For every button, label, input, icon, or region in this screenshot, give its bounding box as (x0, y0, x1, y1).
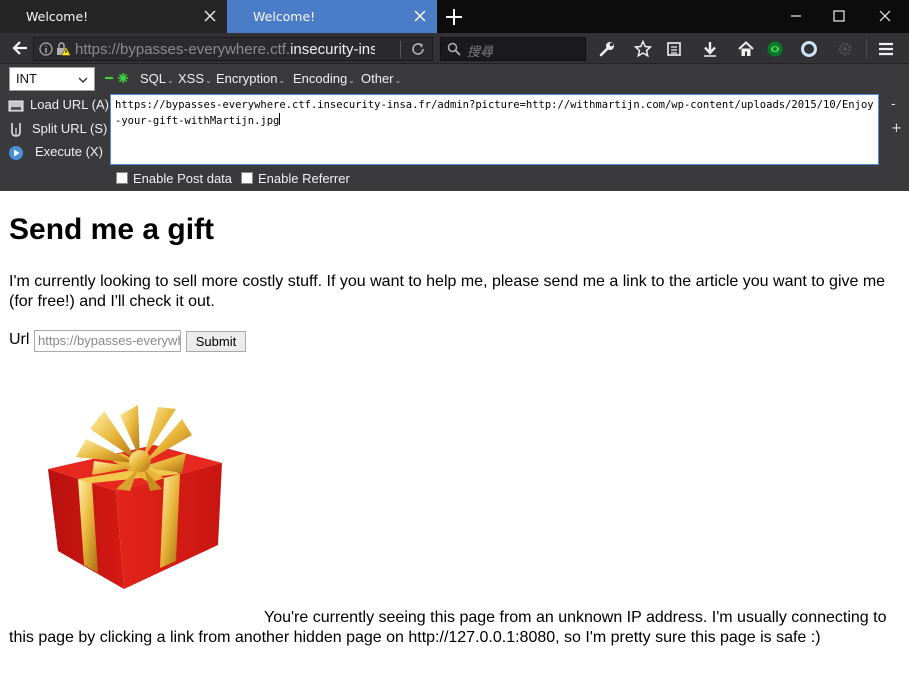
search-icon (447, 42, 461, 56)
execute-label: Execute (X) (35, 144, 103, 159)
intro-paragraph: I'm currently looking to sell more costl… (9, 273, 886, 310)
tab-welcome-2[interactable]: Welcome! (227, 0, 437, 33)
load-url-label: Load URL (A) (30, 97, 109, 112)
tab-welcome-1[interactable]: Welcome! (0, 0, 227, 33)
new-tab-icon[interactable] (444, 7, 464, 27)
menu-encoding[interactable]: Encoding⌄ (293, 71, 355, 86)
tab-bar: Welcome! Welcome! (0, 0, 909, 33)
split-url-label: Split URL (S) (32, 121, 108, 136)
split-url-icon (11, 123, 21, 137)
extension-gear-icon[interactable] (836, 40, 854, 58)
close-tab-icon[interactable] (203, 9, 217, 23)
url-input[interactable]: https://bypasses-everywhere (34, 330, 181, 352)
url-prefix: https://bypasses-everywhere.ctf. (75, 41, 291, 58)
menu-other-label: Other (361, 71, 394, 86)
text-caret (279, 113, 281, 125)
close-tab-icon[interactable] (413, 9, 427, 23)
submit-button[interactable]: Submit (186, 331, 246, 352)
back-arrow-icon[interactable] (10, 38, 30, 58)
address-bar[interactable]: https://bypasses-everywhere.ctf.insecuri… (33, 37, 433, 61)
increase-button[interactable]: + (891, 121, 902, 136)
toolbar-separator (866, 39, 867, 59)
execute-play-icon (9, 146, 23, 160)
tab-label: Welcome! (253, 9, 316, 24)
lock-warning-icon[interactable] (55, 41, 71, 57)
info-icon[interactable] (39, 41, 53, 57)
status-indicator-icon (105, 73, 128, 83)
chevron-down-icon (78, 77, 88, 83)
extension-shield-icon[interactable] (766, 40, 784, 58)
page-content: Send me a gift I'm currently looking to … (0, 191, 909, 694)
url-textarea[interactable]: https://bypasses-everywhere.ctf.insecuri… (110, 94, 879, 165)
nav-bar: https://bypasses-everywhere.ctf.insecuri… (0, 33, 909, 64)
checkbox-box[interactable] (241, 172, 253, 184)
gift-box-image (48, 405, 222, 589)
int-select[interactable]: INT (9, 67, 95, 91)
load-url-icon (8, 100, 24, 112)
menu-encryption-label: Encryption (216, 71, 278, 86)
checkbox-box[interactable] (116, 172, 128, 184)
maximize-icon[interactable] (831, 8, 847, 24)
menu-xss[interactable]: XSS⌄ (178, 71, 212, 86)
home-icon[interactable] (737, 40, 755, 58)
search-placeholder: 搜尋 (467, 45, 494, 60)
menu-sql-label: SQL (140, 71, 167, 86)
extension-ring-icon[interactable] (800, 40, 818, 58)
page-title: Send me a gift (9, 213, 215, 246)
url-separator (400, 41, 401, 58)
url-field-label: Url (9, 331, 30, 348)
hackbar-panel: INT SQL⌄ XSS⌄ Encryption⌄ Encoding⌄ Othe… (0, 64, 909, 191)
bookmark-star-icon[interactable] (634, 40, 652, 58)
search-bar[interactable]: 搜尋 (440, 37, 586, 61)
enable-post-label: Enable Post data (133, 171, 233, 186)
footer-paragraph: You're currently seeing this page from a… (9, 609, 887, 646)
decrease-button[interactable]: - (891, 97, 896, 112)
url-text: https://bypasses-everywhere.ctf.insecuri… (75, 41, 375, 58)
minimize-icon[interactable] (788, 8, 804, 24)
download-icon[interactable] (701, 40, 719, 58)
menu-encryption[interactable]: Encryption⌄ (216, 71, 285, 86)
url-host: insecurity-insa (290, 41, 375, 58)
reload-icon[interactable] (410, 41, 426, 57)
wrench-icon[interactable] (598, 40, 616, 58)
int-select-value: INT (16, 71, 37, 86)
menu-encoding-label: Encoding (293, 71, 348, 86)
hamburger-menu-icon[interactable] (877, 40, 895, 58)
close-window-icon[interactable] (877, 8, 893, 24)
enable-referrer-label: Enable Referrer (258, 171, 350, 186)
menu-xss-label: XSS (178, 71, 205, 86)
menu-sql[interactable]: SQL⌄ (140, 71, 174, 86)
tab-label: Welcome! (26, 9, 89, 24)
menu-other[interactable]: Other⌄ (361, 71, 401, 86)
reader-list-icon[interactable] (665, 40, 683, 58)
url-textarea-value: https://bypasses-everywhere.ctf.insecuri… (115, 99, 874, 127)
